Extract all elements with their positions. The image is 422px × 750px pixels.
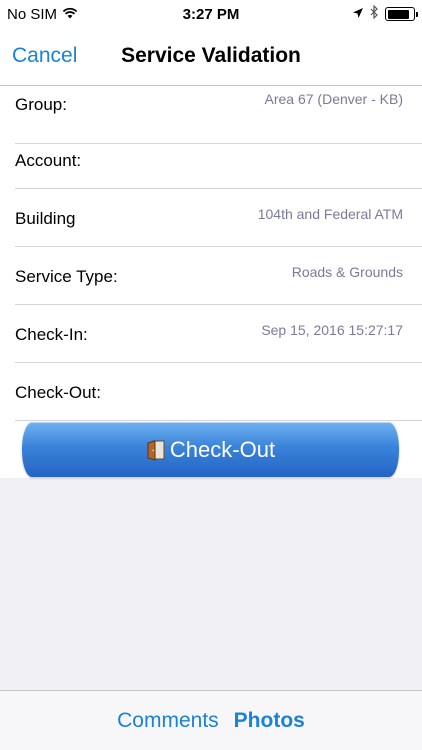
row-service-type[interactable]: Service Type: Roads & Grounds <box>0 247 422 305</box>
row-building[interactable]: Building 104th and Federal ATM <box>0 189 422 247</box>
row-label: Group: <box>15 95 67 114</box>
row-label: Account: <box>15 151 82 170</box>
row-account[interactable]: Account: <box>0 131 422 189</box>
battery-icon <box>385 7 418 21</box>
row-divider <box>15 420 422 421</box>
status-bar: No SIM 3:27 PM <box>0 0 422 30</box>
check-out-button[interactable]: Check-Out <box>22 422 399 477</box>
door-exit-icon <box>146 439 168 461</box>
row-value: 104th and Federal ATM <box>257 206 403 222</box>
navigation-bar: Cancel Service Validation <box>0 30 422 86</box>
location-arrow-icon <box>352 6 364 23</box>
row-check-in[interactable]: Check-In: Sep 15, 2016 15:27:17 <box>0 305 422 363</box>
page-title: Service Validation <box>121 44 301 67</box>
comments-button[interactable]: Comments <box>117 709 219 733</box>
row-label: Check-Out: <box>15 383 101 402</box>
check-out-label: Check-Out <box>169 436 276 462</box>
photos-button[interactable]: Photos <box>234 709 305 733</box>
battery-fill <box>387 9 409 19</box>
row-label: Building <box>15 209 76 228</box>
bluetooth-icon <box>370 4 379 23</box>
row-check-out[interactable]: Check-Out: <box>0 363 422 421</box>
row-value: Sep 15, 2016 15:27:17 <box>261 322 403 338</box>
service-form: Group: Area 67 (Denver - KB) Account: Bu… <box>0 86 422 478</box>
row-label: Check-In: <box>15 325 88 344</box>
row-label: Service Type: <box>15 267 118 286</box>
row-value: Area 67 (Denver - KB) <box>264 91 404 107</box>
status-right <box>352 4 418 23</box>
bottom-bar: Comments Photos <box>0 690 422 750</box>
row-value: Roads & Grounds <box>291 264 403 280</box>
